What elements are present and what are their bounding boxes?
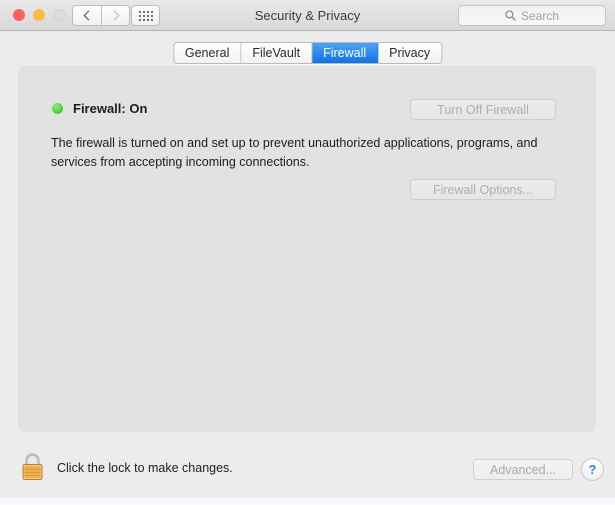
chevron-left-icon: [83, 10, 93, 21]
search-placeholder: Search: [520, 8, 560, 23]
tab-general[interactable]: General: [173, 43, 242, 63]
firewall-description: The firewall is turned on and set up to …: [51, 136, 538, 169]
firewall-status: Firewall: On: [52, 101, 147, 116]
status-indicator-dot: [52, 103, 63, 114]
zoom-window-button: [53, 9, 65, 21]
chevron-right-icon: [109, 10, 120, 21]
tab-group: General FileVault Firewall Privacy: [172, 42, 443, 64]
search-icon: [505, 10, 516, 21]
tab-firewall[interactable]: Firewall: [312, 43, 379, 63]
close-window-button[interactable]: [13, 9, 25, 21]
preferences-window: Security & Privacy Search General FileVa…: [0, 0, 615, 497]
lock-control[interactable]: Click the lock to make changes.: [20, 452, 233, 483]
show-all-button[interactable]: [131, 5, 160, 26]
lock-closed-icon[interactable]: [20, 452, 45, 483]
desktop-background-strip: [0, 497, 615, 505]
lock-instruction-text: Click the lock to make changes.: [57, 460, 233, 475]
firewall-pane: Firewall: On The firewall is turned on a…: [18, 66, 596, 432]
tab-privacy[interactable]: Privacy: [378, 43, 442, 63]
tab-bar: General FileVault Firewall Privacy: [0, 31, 615, 66]
grid-icon: [138, 10, 153, 21]
help-button[interactable]: ?: [581, 458, 604, 481]
window-titlebar: Security & Privacy Search: [0, 0, 615, 31]
minimize-window-button[interactable]: [33, 9, 45, 21]
forward-button: [101, 5, 130, 26]
back-button[interactable]: [72, 5, 101, 26]
firewall-options-button[interactable]: Firewall Options...: [410, 179, 556, 200]
tab-filevault[interactable]: FileVault: [241, 43, 313, 63]
turn-off-firewall-button[interactable]: Turn Off Firewall: [410, 99, 556, 120]
advanced-button[interactable]: Advanced...: [473, 459, 573, 480]
search-input[interactable]: Search: [458, 5, 606, 26]
status-badge: Firewall: On: [73, 101, 148, 116]
